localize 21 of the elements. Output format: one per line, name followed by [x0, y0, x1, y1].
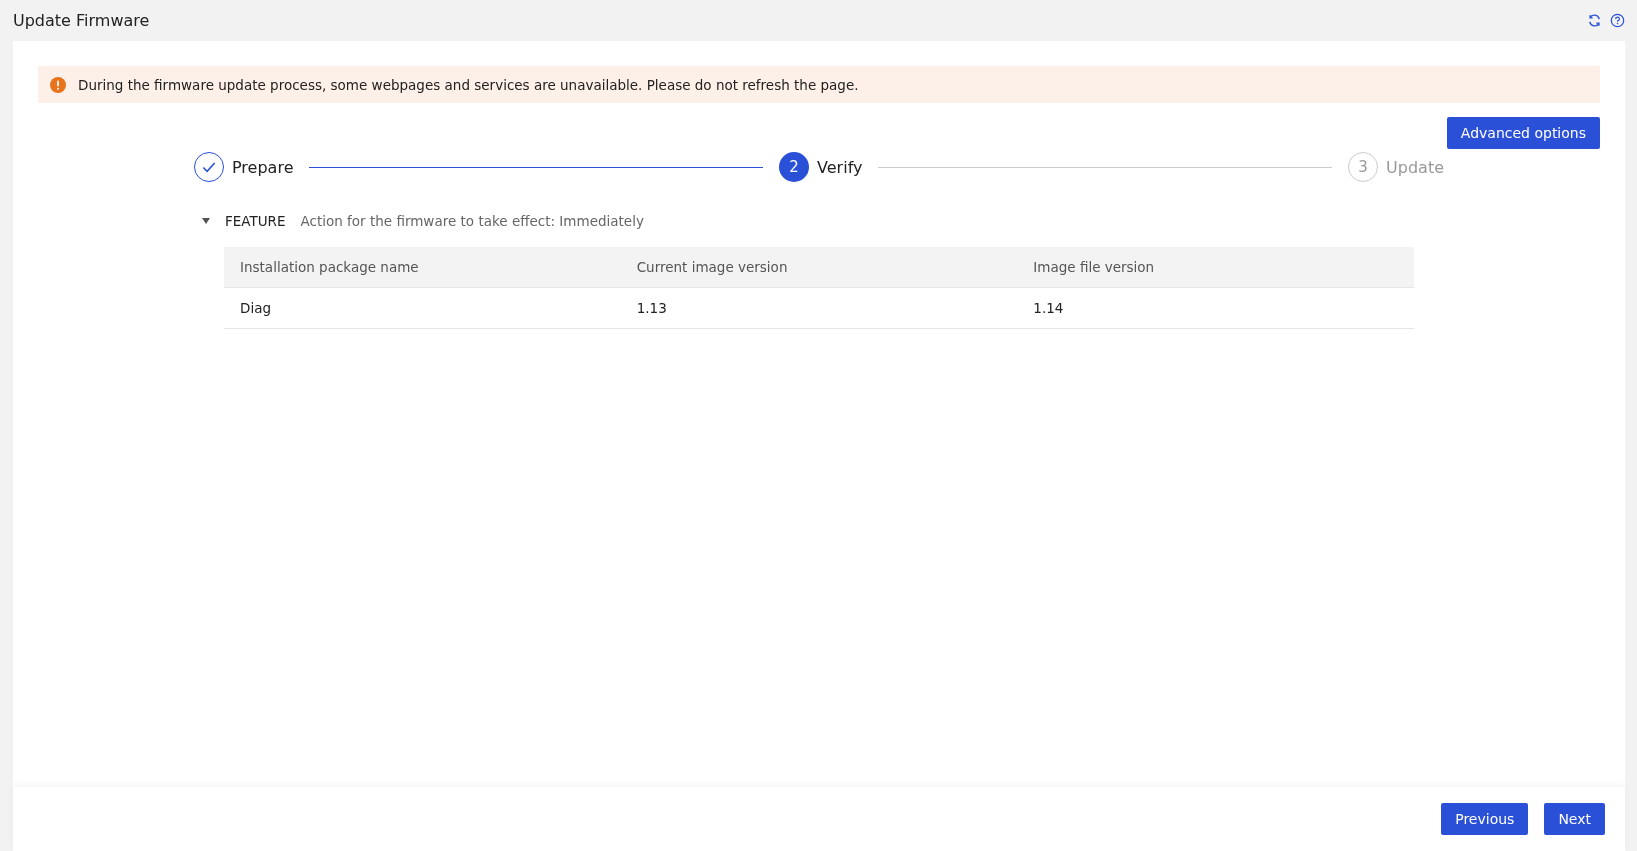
footer-button[interactable]: Previous	[1441, 803, 1529, 835]
section-description: Action for the firmware to take effect: Immediately	[300, 213, 644, 229]
step-label: Update	[1386, 157, 1444, 177]
warning-icon	[50, 76, 66, 93]
footer-button[interactable]: Next	[1544, 803, 1605, 835]
column-header: Image file version	[1033, 259, 1155, 275]
advanced-options-button[interactable]: Advanced options	[1446, 117, 1600, 149]
step-label: Verify	[817, 157, 863, 177]
refresh-icon[interactable]	[1587, 13, 1602, 28]
step-indicator: 2	[779, 152, 810, 182]
table-cell: 1.14	[1033, 300, 1064, 316]
collapse-caret-icon[interactable]	[201, 216, 211, 226]
column-header: Current image version	[636, 259, 788, 275]
help-icon[interactable]	[1610, 13, 1625, 28]
page-title: Update Firmware	[13, 11, 150, 30]
warning-text: During the firmware update process, some webpages and services are unavailable. Please do not refresh the page.	[78, 76, 859, 93]
table-cell: Diag	[240, 300, 271, 316]
section-name: FEATURE	[225, 213, 286, 229]
column-header: Installation package name	[240, 259, 419, 275]
step-label: Prepare	[232, 157, 294, 177]
table-cell: 1.13	[636, 300, 667, 316]
